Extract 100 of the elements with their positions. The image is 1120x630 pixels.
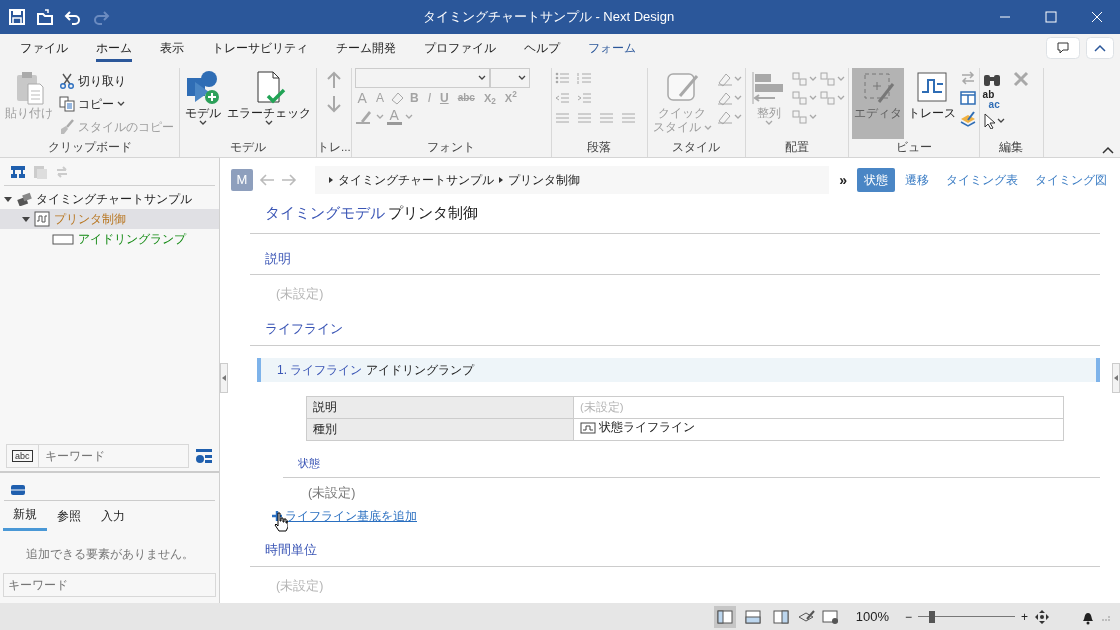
toolbox-tab[interactable]: 参照 <box>47 501 91 531</box>
left-pane-layout-icon <box>716 609 733 624</box>
align-center-icon[interactable] <box>576 111 593 125</box>
chevron-up-icon <box>1094 44 1106 52</box>
placeholder-value: (未設定) <box>276 577 325 595</box>
collapse-handle[interactable] <box>1112 363 1120 393</box>
maximize-icon[interactable] <box>1044 10 1058 24</box>
heading-kind: タイミングモデル <box>265 203 385 223</box>
ribbon-tab[interactable]: 表示 <box>146 39 198 62</box>
undo-icon[interactable] <box>64 8 82 26</box>
zoom-in-button[interactable]: + <box>1021 607 1028 626</box>
justify-icon[interactable] <box>620 111 637 125</box>
view-tab[interactable]: 遷移 <box>898 168 936 192</box>
section-title: ライフライン <box>250 320 1100 346</box>
triangle-left-icon <box>222 375 226 381</box>
sync-icon[interactable] <box>54 164 70 179</box>
toolbox-tab[interactable]: 新規 <box>3 501 47 531</box>
ribbon-tab[interactable]: プロファイル <box>410 39 510 62</box>
zoom-slider-thumb[interactable] <box>928 610 935 623</box>
align-right-icon[interactable] <box>598 111 615 125</box>
view-tab[interactable]: タイミング表 <box>939 168 1025 192</box>
plus-icon <box>272 511 282 521</box>
chevron-up-icon[interactable] <box>1102 146 1114 154</box>
caret-icon <box>733 114 742 120</box>
placeholder-value: (未設定) <box>276 286 325 304</box>
caret-icon <box>836 95 845 101</box>
split-view-icon[interactable] <box>959 91 976 105</box>
comment-icon <box>1056 41 1070 55</box>
lifeline-row[interactable]: 1. ライフライン アイドリングランプ <box>257 357 1100 382</box>
collapse-handle[interactable] <box>220 363 228 393</box>
group-label: クリップボード <box>46 140 133 155</box>
ribbon-button[interactable]: コピー <box>57 94 176 114</box>
pointer-icon[interactable] <box>982 113 997 129</box>
section-title: 時間単位 <box>250 541 1100 567</box>
ribbon-tab[interactable]: ホーム <box>82 39 146 62</box>
eraser-icon <box>389 91 404 105</box>
indent-icon[interactable] <box>576 91 593 105</box>
lifeline-icon <box>52 233 74 245</box>
view-tab[interactable]: 状態 <box>857 168 895 192</box>
shapes-add-icon <box>185 70 221 106</box>
tree-item[interactable]: アイドリングランプ <box>0 229 219 249</box>
table-cell: 説明 <box>306 396 574 419</box>
font-name-dropdown[interactable] <box>354 68 490 88</box>
delete-icon[interactable] <box>1012 71 1029 87</box>
swap-icon[interactable] <box>959 71 976 85</box>
group-label: スタイル <box>671 140 722 155</box>
caret-icon <box>733 76 742 82</box>
caret-icon <box>477 75 486 81</box>
search-field[interactable]: キーワード <box>3 573 216 597</box>
timing-model-icon <box>34 211 50 227</box>
back-icon[interactable] <box>259 173 275 187</box>
ribbon-button[interactable]: トレース <box>905 68 958 139</box>
expanded-icon[interactable] <box>22 215 30 223</box>
tree-item[interactable]: タイミングチャートサンプル <box>0 189 219 209</box>
ribbon-tab[interactable]: フォーム <box>574 39 650 62</box>
ribbon-button[interactable]: エラーチェック <box>225 68 313 139</box>
caret-icon <box>808 114 817 120</box>
font-size-dropdown[interactable] <box>489 68 530 88</box>
bullet-list-icon[interactable] <box>554 71 571 85</box>
hand-cursor-icon <box>274 512 288 532</box>
save-icon[interactable] <box>8 8 26 26</box>
more-button[interactable]: » <box>835 169 851 191</box>
group-label: 配置 <box>783 140 810 155</box>
close-icon[interactable] <box>1090 10 1104 24</box>
documents-icon[interactable] <box>32 164 48 179</box>
ribbon-button[interactable]: 切り取り <box>57 71 176 91</box>
align-left-icon[interactable] <box>554 111 571 125</box>
expanded-icon[interactable] <box>4 195 12 203</box>
comment-button[interactable] <box>1046 37 1080 59</box>
property-info-icon[interactable] <box>195 448 213 464</box>
search-field[interactable]: abc キーワード <box>6 444 189 468</box>
ribbon-tab[interactable]: トレーサビリティ <box>198 39 322 62</box>
highlighter-icon <box>354 108 373 125</box>
filter-button[interactable]: abc <box>12 449 33 463</box>
outdent-icon[interactable] <box>554 91 571 105</box>
ribbon-button[interactable]: モデル <box>183 68 223 139</box>
bottom-pane-layout-icon <box>744 609 761 624</box>
view-tab[interactable]: タイミング図 <box>1028 168 1114 192</box>
ribbon-tab[interactable]: チーム開発 <box>322 39 410 62</box>
breadcrumb-link[interactable]: プリンタ制御 <box>508 171 580 189</box>
caret-icon <box>996 118 1005 124</box>
forward-icon[interactable] <box>281 173 297 187</box>
caret-icon <box>517 75 526 81</box>
add-link[interactable]: ライフライン基底を追加 <box>285 507 417 525</box>
toolbox-tab[interactable]: 入力 <box>91 501 135 531</box>
breadcrumb-link[interactable]: タイミングチャートサンプル <box>338 171 494 189</box>
table-cell: 状態ライフライン <box>573 418 1064 441</box>
collapse-ribbon-button[interactable] <box>1086 37 1114 59</box>
folder-icon[interactable] <box>36 8 54 26</box>
ribbon-tab[interactable]: ヘルプ <box>510 39 574 62</box>
triangle-right-icon <box>329 177 333 183</box>
layout-button[interactable] <box>713 605 736 628</box>
redo-icon[interactable] <box>92 8 110 26</box>
move-icon[interactable] <box>1034 608 1050 625</box>
numbered-list-icon[interactable] <box>576 71 593 85</box>
window-settings-icon[interactable] <box>821 608 840 625</box>
replace-button[interactable]: ab ac <box>982 90 1007 110</box>
layers-pen-icon[interactable] <box>959 111 976 127</box>
ribbon-tab[interactable]: ファイル <box>6 39 82 62</box>
zoom-out-button[interactable]: − <box>904 607 912 626</box>
